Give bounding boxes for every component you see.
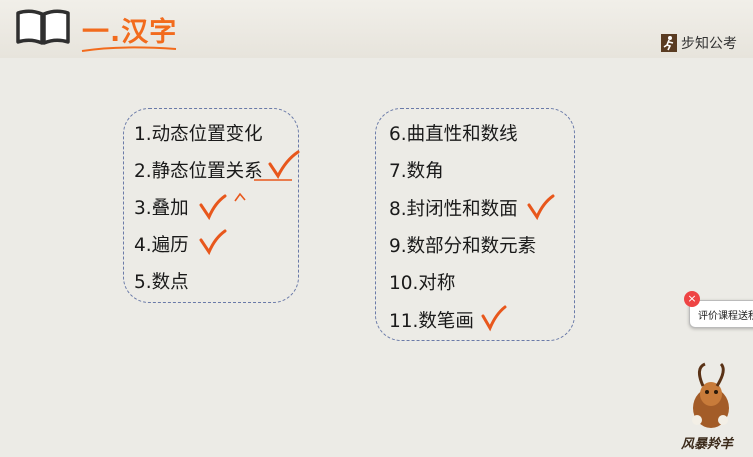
list-item: 6.曲直性和数线 (389, 124, 518, 145)
antelope-mascot-icon (692, 362, 729, 428)
close-icon[interactable]: × (684, 291, 700, 307)
list-item: 1.动态位置变化 (134, 124, 263, 145)
check-mark-icon (254, 150, 300, 181)
book-icon (16, 9, 70, 45)
check-mark-icon (481, 305, 507, 332)
runner-icon (661, 34, 677, 52)
rating-popup[interactable]: 评价课程送积分 (689, 300, 753, 328)
list-item: 3.叠加 (134, 198, 189, 219)
pen-mark (234, 192, 246, 202)
check-mark-icon (199, 194, 227, 221)
brand-name: 步知公考 (681, 36, 737, 52)
rating-text[interactable]: 评价课程送积分 (698, 307, 753, 322)
list-item: 11.数笔画 (389, 311, 474, 332)
list-item: 7.数角 (389, 161, 444, 182)
check-mark-icon (199, 229, 227, 256)
check-mark-icon (527, 194, 555, 221)
title-underline (81, 46, 177, 52)
list-item: 9.数部分和数元素 (389, 236, 537, 257)
brand-logo: 步知公考 (661, 32, 737, 54)
list-item: 10.对称 (389, 273, 456, 294)
list-item: 8.封闭性和数面 (389, 199, 518, 220)
watermark-text: 风暴羚羊 (681, 437, 734, 452)
slide-header: 一.汉字 步知公考 (0, 0, 753, 58)
list-item: 5.数点 (134, 272, 189, 293)
list-item: 4.遍历 (134, 235, 189, 256)
